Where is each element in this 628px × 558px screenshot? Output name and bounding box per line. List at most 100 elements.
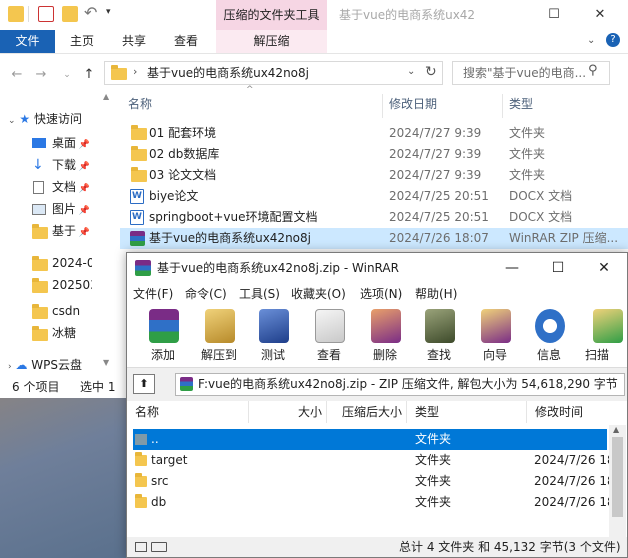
- sidebar-item-desktop[interactable]: 桌面 📌: [0, 132, 92, 154]
- pin-icon: 📌: [76, 228, 91, 238]
- refresh-icon[interactable]: ↻: [425, 64, 437, 80]
- ribbon-tabs: 文件 主页 共享 查看 解压缩 ⌄ ?: [0, 30, 628, 54]
- list-scrollbar[interactable]: ▲: [609, 425, 626, 537]
- sidebar-item-wps-cloud[interactable]: › ☁ WPS云盘: [0, 354, 92, 376]
- wizard-icon: [481, 309, 511, 343]
- restore-button[interactable]: ☐: [531, 0, 577, 30]
- column-size[interactable]: 大小: [249, 401, 327, 423]
- help-icon[interactable]: ?: [606, 33, 620, 47]
- sidebar-scrollbar[interactable]: ▲ ▼: [92, 92, 120, 376]
- file-row-selected[interactable]: 基于vue的电商系统ux42no8j 2024/7/26 18:07 WinRA…: [120, 228, 628, 249]
- wizard-button[interactable]: 向导: [469, 305, 521, 368]
- winrar-title: 基于vue的电商系统ux42no8j.zip - WinRAR: [157, 261, 399, 275]
- info-button[interactable]: 信息: [523, 305, 575, 368]
- search-placeholder: 搜索"基于vue的电商...: [463, 66, 587, 80]
- sidebar-item-folder[interactable]: 基于 📌: [0, 220, 92, 242]
- forward-arrow-icon[interactable]: →: [32, 66, 50, 84]
- scan-button[interactable]: 扫描: [579, 305, 627, 368]
- menu-favorites[interactable]: 收藏夹(O): [291, 283, 346, 305]
- winrar-window: 基于vue的电商系统ux42no8j.zip - WinRAR — ☐ ✕ 文件…: [126, 252, 628, 558]
- file-row[interactable]: 01 配套环境 2024/7/27 9:39 文件夹: [120, 123, 628, 144]
- close-button[interactable]: ✕: [581, 253, 627, 283]
- up-arrow-icon[interactable]: ↑: [80, 66, 98, 84]
- undo-icon[interactable]: ↶: [84, 3, 97, 22]
- navigation-pane: ⌄ ★ 快速访问 桌面 📌 ↓ 下载 📌 文档 📌 图片 📌 基于 📌 2024…: [0, 92, 92, 376]
- menu-file[interactable]: 文件(F): [133, 283, 173, 305]
- chevron-down-icon[interactable]: ▾: [106, 7, 111, 17]
- sidebar-item-documents[interactable]: 文档 📌: [0, 176, 92, 198]
- column-modified[interactable]: 修改时间: [527, 401, 609, 423]
- scan-icon: [593, 309, 623, 343]
- scroll-down-arrow[interactable]: ▼: [103, 358, 109, 367]
- scroll-up-arrow[interactable]: ▲: [103, 92, 109, 101]
- item-count: 6 个项目: [12, 380, 60, 394]
- column-divider[interactable]: [502, 94, 503, 118]
- add-button[interactable]: 添加: [137, 305, 189, 368]
- archive-row[interactable]: src 文件夹 2024/7/26 18: [133, 471, 615, 492]
- scroll-thumb[interactable]: [612, 437, 623, 517]
- extract-to-button[interactable]: 解压到: [193, 305, 245, 368]
- properties-icon[interactable]: [38, 6, 54, 22]
- archive-row[interactable]: target 文件夹 2024/7/26 18: [133, 450, 615, 471]
- tab-share[interactable]: 共享: [112, 30, 156, 53]
- sidebar-item-folder[interactable]: 冰糖: [0, 322, 92, 344]
- winrar-icon: [130, 231, 145, 246]
- archive-path[interactable]: F:vue的电商系统ux42no8j.zip - ZIP 压缩文件, 解包大小为…: [175, 373, 625, 396]
- chevron-down-icon[interactable]: ⌄: [8, 116, 16, 126]
- delete-button[interactable]: 删除: [359, 305, 411, 368]
- recent-chevron-icon[interactable]: ⌄: [58, 66, 76, 84]
- menu-help[interactable]: 帮助(H): [415, 283, 457, 305]
- chevron-down-icon[interactable]: ⌄: [407, 66, 415, 77]
- archive-row-selected[interactable]: .. 文件夹: [133, 429, 607, 450]
- winrar-status-bar: 总计 4 文件夹 和 45,132 字节(3 个文件): [127, 537, 627, 557]
- menu-tools[interactable]: 工具(S): [239, 283, 280, 305]
- sidebar-item-folder[interactable]: 2024-0: [0, 252, 92, 274]
- file-row[interactable]: W biye论文 2024/7/25 20:51 DOCX 文档: [120, 186, 628, 207]
- sidebar-item-folder[interactable]: 202503: [0, 274, 92, 296]
- column-type[interactable]: 类型: [407, 401, 527, 423]
- folder-icon: [131, 167, 147, 182]
- tab-home[interactable]: 主页: [60, 30, 104, 53]
- column-name[interactable]: 名称: [128, 94, 152, 114]
- chevron-right-icon[interactable]: ›: [8, 362, 12, 372]
- column-name[interactable]: 名称: [127, 401, 249, 423]
- sidebar-item-folder[interactable]: csdn: [0, 300, 92, 322]
- sort-ascending-icon: ^: [246, 85, 254, 95]
- tab-view[interactable]: 查看: [164, 30, 208, 53]
- new-folder-icon[interactable]: [62, 6, 78, 22]
- archive-row[interactable]: db 文件夹 2024/7/26 18: [133, 492, 615, 513]
- file-row[interactable]: 02 db数据库 2024/7/27 9:39 文件夹: [120, 144, 628, 165]
- maximize-button[interactable]: ☐: [535, 253, 581, 283]
- tab-file[interactable]: 文件: [0, 30, 55, 53]
- test-button[interactable]: 测试: [247, 305, 299, 368]
- column-date[interactable]: 修改日期: [389, 94, 437, 114]
- sidebar-item-pictures[interactable]: 图片 📌: [0, 198, 92, 220]
- column-packed-size[interactable]: 压缩后大小: [327, 401, 407, 423]
- folder-icon: [32, 304, 48, 319]
- column-type[interactable]: 类型: [509, 94, 533, 114]
- info-icon: [535, 309, 565, 343]
- search-icon[interactable]: ⚲: [588, 63, 598, 78]
- find-button[interactable]: 查找: [413, 305, 465, 368]
- file-row[interactable]: 03 论文文档 2024/7/27 9:39 文件夹: [120, 165, 628, 186]
- minimize-button[interactable]: —: [489, 253, 535, 283]
- menu-options[interactable]: 选项(N): [360, 283, 402, 305]
- up-folder-button[interactable]: ⬆: [133, 374, 155, 394]
- winrar-path-bar: ⬆ F:vue的电商系统ux42no8j.zip - ZIP 压缩文件, 解包大…: [127, 369, 627, 400]
- view-button[interactable]: 查看: [303, 305, 355, 368]
- breadcrumb[interactable]: 基于vue的电商系统ux42no8j: [147, 62, 309, 84]
- close-button[interactable]: ✕: [577, 0, 623, 30]
- sidebar-item-downloads[interactable]: ↓ 下载 📌: [0, 154, 92, 176]
- search-input[interactable]: 搜索"基于vue的电商...: [452, 61, 610, 85]
- column-divider[interactable]: [382, 94, 383, 118]
- chevron-down-icon[interactable]: ⌄: [587, 35, 595, 46]
- chevron-right-icon[interactable]: ›: [133, 65, 137, 78]
- drive-icon: [135, 542, 147, 552]
- tab-extract[interactable]: 解压缩: [216, 30, 327, 53]
- file-row[interactable]: W springboot+vue环境配置文档 2024/7/25 20:51 D…: [120, 207, 628, 228]
- address-bar[interactable]: › 基于vue的电商系统ux42no8j ⌄ ↻: [104, 61, 443, 85]
- sidebar-item-quick-access[interactable]: ⌄ ★ 快速访问: [0, 108, 92, 130]
- scroll-up-arrow[interactable]: ▲: [613, 425, 619, 434]
- menu-commands[interactable]: 命令(C): [185, 283, 227, 305]
- back-arrow-icon[interactable]: ←: [8, 66, 26, 84]
